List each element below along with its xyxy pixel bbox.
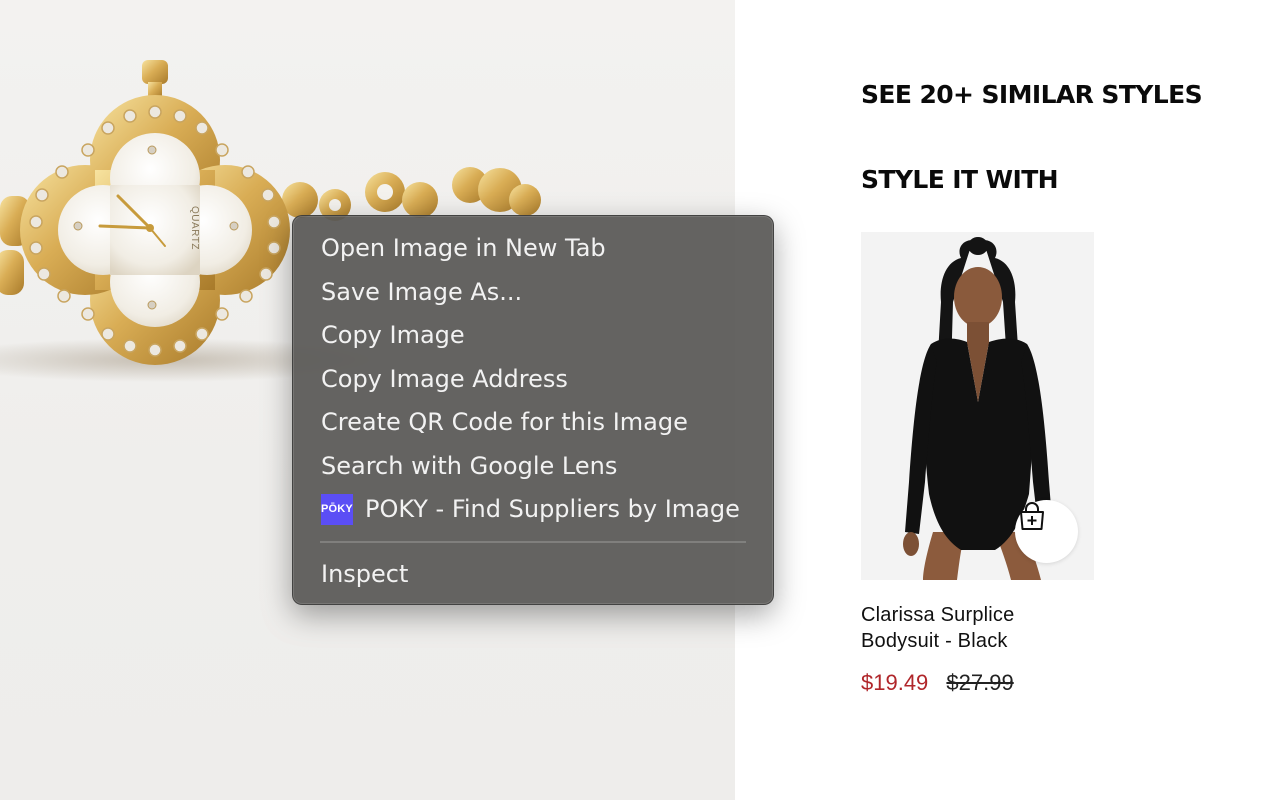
poky-logo-icon: PŌKY — [321, 494, 353, 526]
menu-item-open-image-new-tab[interactable]: Open Image in New Tab — [293, 227, 773, 271]
menu-item-label: Copy Image — [321, 321, 465, 349]
original-price: $27.99 — [946, 670, 1014, 695]
menu-item-label: Save Image As... — [321, 277, 523, 306]
sale-price: $19.49 — [861, 670, 929, 695]
page: QUARTZ SEE 20+ SIMILAR STYLES STYLE IT W… — [0, 0, 1280, 800]
menu-item-copy-image[interactable]: Copy Image — [293, 314, 773, 358]
product-name-line2: Bodysuit - Black — [861, 630, 1008, 652]
menu-item-search-google-lens[interactable]: Search with Google Lens — [293, 445, 773, 489]
image-context-menu: Open Image in New Tab Save Image As... C… — [292, 215, 774, 605]
menu-item-label: Inspect — [321, 559, 409, 588]
style-it-with-heading: STYLE IT WITH — [861, 165, 1059, 194]
menu-item-poky-find-suppliers[interactable]: PŌKY POKY - Find Suppliers by Image — [293, 488, 773, 532]
menu-item-label: POKY - Find Suppliers by Image — [365, 495, 740, 523]
menu-item-label: Copy Image Address — [321, 364, 568, 393]
shopping-bag-plus-icon — [1020, 502, 1044, 530]
menu-item-copy-image-address[interactable]: Copy Image Address — [293, 358, 773, 402]
menu-item-create-qr-code[interactable]: Create QR Code for this Image — [293, 401, 773, 445]
product-card[interactable]: Clarissa Surplice Bodysuit - Black $19.4… — [861, 232, 1094, 696]
menu-item-label: Search with Google Lens — [321, 451, 618, 480]
menu-item-label: Open Image in New Tab — [321, 234, 606, 262]
similar-styles-link[interactable]: SEE 20+ SIMILAR STYLES — [861, 80, 1203, 109]
add-to-bag-button[interactable] — [1015, 500, 1078, 563]
menu-item-label: Create QR Code for this Image — [321, 408, 688, 436]
watch-dial-text: QUARTZ — [189, 206, 200, 250]
product-name-link[interactable]: Clarissa Surplice Bodysuit - Black — [861, 602, 1094, 654]
price-row: $19.49 $27.99 — [861, 670, 1094, 696]
menu-separator — [320, 540, 746, 543]
product-photo[interactable] — [861, 232, 1094, 580]
menu-item-inspect[interactable]: Inspect — [293, 553, 773, 597]
right-column: SEE 20+ SIMILAR STYLES STYLE IT WITH Cla… — [735, 0, 1280, 800]
menu-item-save-image-as[interactable]: Save Image As... — [293, 271, 773, 315]
product-name-line1: Clarissa Surplice — [861, 604, 1015, 626]
